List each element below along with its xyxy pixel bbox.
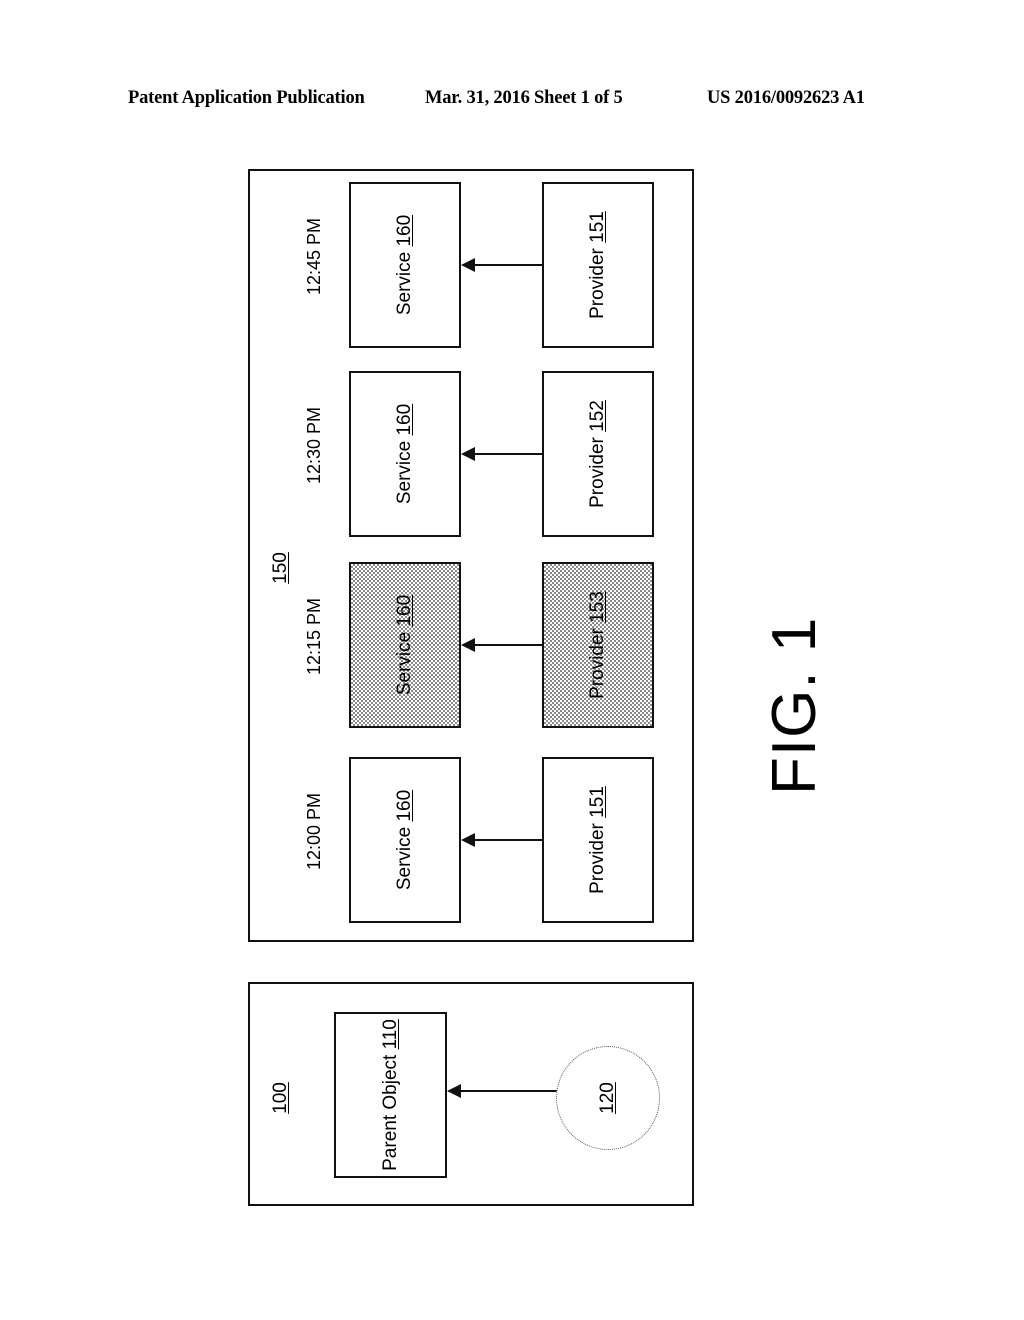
- service-ref: 160: [394, 403, 415, 436]
- service-ref: 160: [394, 214, 415, 247]
- event-to-parent-object-arrow: [447, 1084, 557, 1098]
- provider-label: Provider: [587, 823, 608, 894]
- provider-box: Provider 151: [542, 182, 654, 348]
- publication-date-sheet: Mar. 31, 2016 Sheet 1 of 5: [425, 88, 623, 108]
- parent-object-label: Parent Object: [379, 1054, 401, 1171]
- service-label: Service: [394, 826, 415, 891]
- publication-number: US 2016/0092623 A1: [707, 88, 865, 108]
- provider-ref: 151: [587, 211, 608, 243]
- provider-ref: 151: [587, 786, 608, 818]
- provider-label: Provider: [587, 437, 608, 508]
- service-ref: 160: [394, 594, 415, 627]
- provider-label: Provider: [587, 628, 608, 699]
- service-box: Service 160: [349, 182, 461, 348]
- provider-box-highlighted: Provider 153: [542, 562, 654, 728]
- event-ref: 120: [597, 1082, 618, 1114]
- schedule-row: 12:45 PM Service 160 Provider 151: [250, 182, 696, 348]
- service-label: Service: [394, 251, 415, 316]
- provider-box: Provider 152: [542, 371, 654, 537]
- sheet-header: Patent Application Publication Mar. 31, …: [0, 88, 1024, 118]
- provider-ref: 153: [587, 591, 608, 623]
- schedule-row-selected: 12:15 PM Service 160 Provider 153: [250, 562, 696, 728]
- provider-box: Provider 151: [542, 757, 654, 923]
- service-ref: 160: [394, 789, 415, 822]
- event-circle: 120: [556, 1046, 660, 1150]
- service-label: Service: [394, 631, 415, 696]
- service-box-highlighted: Service 160: [349, 562, 461, 728]
- schedule-panel-ref: 150: [270, 552, 291, 584]
- publication-title: Patent Application Publication: [128, 88, 365, 108]
- provider-label: Provider: [587, 248, 608, 319]
- service-label: Service: [394, 440, 415, 505]
- arrow-shaft: [457, 1090, 557, 1092]
- parent-object-box: Parent Object 110: [334, 1012, 447, 1178]
- schedule-row: 12:30 PM Service 160 Provider 152: [250, 371, 696, 537]
- service-box: Service 160: [349, 371, 461, 537]
- service-box: Service 160: [349, 757, 461, 923]
- object-panel-ref: 100: [270, 1082, 291, 1114]
- figure-caption: FIG. 1: [760, 616, 829, 795]
- provider-ref: 152: [587, 400, 608, 432]
- schedule-row: 12:00 PM Service 160 Provider 151: [250, 757, 696, 923]
- parent-object-ref: 110: [379, 1019, 401, 1050]
